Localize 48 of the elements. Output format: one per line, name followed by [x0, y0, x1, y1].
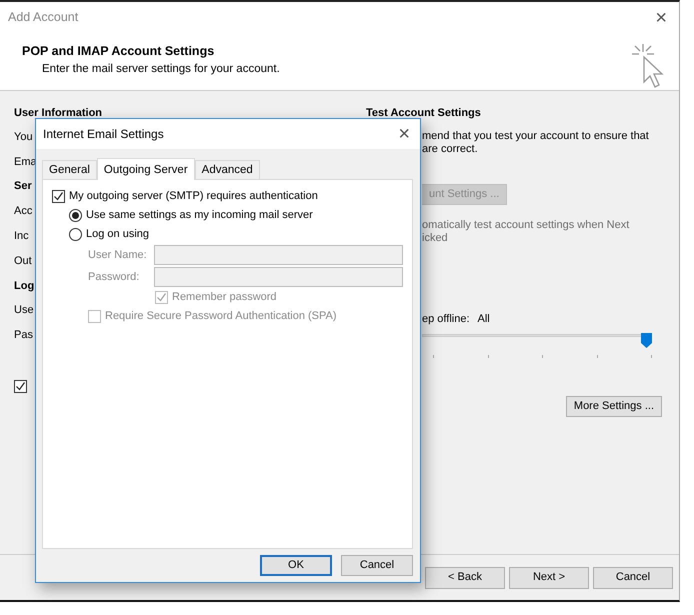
page-subtitle: Enter the mail server settings for your account.	[41, 62, 280, 77]
cursor-click-icon	[629, 42, 665, 90]
checkbox-label: Require Secure Password Authentication (SPA)	[105, 309, 337, 324]
field-label: Acc	[14, 205, 32, 218]
section-heading: Ser	[14, 180, 32, 192]
section-heading: User Information	[14, 107, 104, 120]
field-label: Pas	[14, 329, 33, 342]
footer-button[interactable]: Cancel	[593, 566, 673, 588]
field-label: Out	[14, 254, 32, 267]
field-label: Inc	[14, 230, 29, 242]
offline-label: ep offline:	[422, 313, 470, 326]
tab[interactable]: Outgoing Server	[96, 158, 195, 180]
dialog-title: Internet Email Settings	[43, 126, 164, 143]
close-button[interactable]: ×	[651, 8, 671, 28]
checkbox-label: omatically test account settings when Next	[422, 219, 630, 231]
section-heading: Test Account Settings	[366, 107, 482, 120]
radio-button[interactable]	[69, 228, 82, 241]
slider-thumb[interactable]	[641, 332, 652, 347]
tick-mark	[433, 355, 434, 358]
field-label: User Name:	[88, 248, 148, 263]
page-title: POP and IMAP Account Settings	[22, 43, 216, 60]
checkbox[interactable]	[14, 380, 27, 394]
checkbox-label: My outgoing server (SMTP) requires authentication	[69, 189, 318, 204]
dialog-button[interactable]: Cancel	[341, 555, 413, 576]
field-label: You	[14, 130, 33, 143]
footer-button[interactable]: Next >	[509, 566, 589, 588]
checkbox-label: Remember password	[172, 290, 277, 306]
close-button[interactable]: ×	[394, 124, 414, 144]
description-text: are correct.	[422, 143, 478, 155]
offline-value: All	[478, 313, 490, 326]
slider-track[interactable]	[422, 332, 652, 347]
tab[interactable]: General	[42, 160, 97, 179]
section-heading: Log	[14, 280, 34, 292]
footer-button[interactable]: < Back	[425, 566, 505, 588]
field-label: Use	[14, 304, 34, 316]
more-settings-button[interactable]: More Settings ...	[566, 396, 662, 417]
tab[interactable]: Advanced	[194, 160, 260, 179]
radio-button[interactable]	[69, 209, 82, 222]
checkbox[interactable]	[52, 190, 65, 203]
tick-mark	[542, 355, 543, 358]
tick-mark	[651, 355, 652, 358]
dialog-button[interactable]: OK	[260, 555, 332, 576]
window-title: Add Account	[8, 9, 78, 26]
radio-label: Use same settings as my incoming mail server	[86, 208, 313, 224]
radio-label: Log on using	[86, 227, 149, 242]
checkbox-label: icked	[422, 232, 448, 244]
field-label: Password:	[88, 270, 140, 285]
description-text: mend that you test your account to ensure that	[422, 130, 649, 142]
